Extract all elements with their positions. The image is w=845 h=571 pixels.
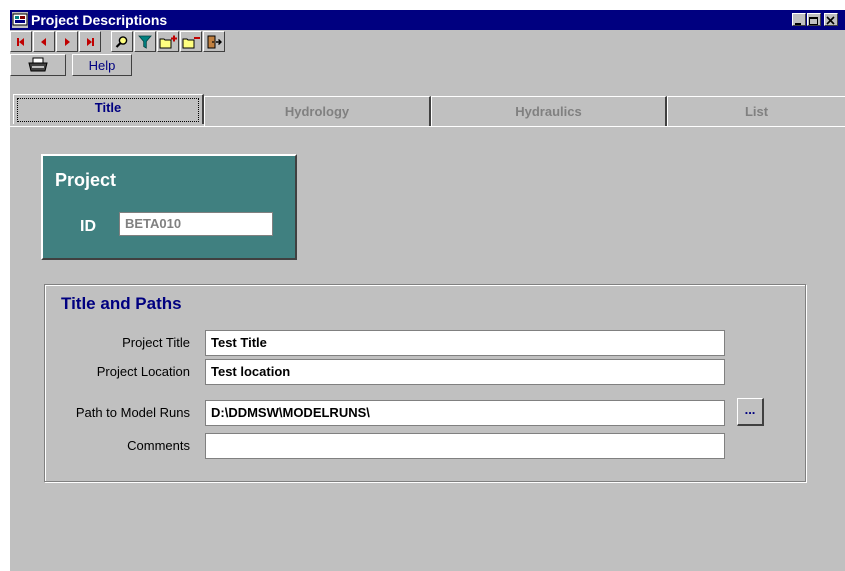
title-bar[interactable]: Project Descriptions [10, 10, 845, 30]
tab-list[interactable]: List [667, 96, 845, 126]
delete-record-icon [182, 36, 200, 48]
printer-icon [28, 57, 48, 72]
print-button[interactable] [10, 54, 66, 76]
close-icon [826, 16, 835, 25]
previous-record-icon [41, 37, 46, 46]
previous-record-button[interactable] [33, 31, 55, 52]
exit-button[interactable] [203, 31, 225, 52]
browse-path-button[interactable]: ... [737, 398, 764, 426]
exit-icon [207, 35, 222, 48]
tab-divider [10, 126, 845, 127]
close-button[interactable] [824, 13, 838, 26]
tab-hydraulics-label: Hydraulics [515, 104, 582, 119]
next-record-icon [65, 37, 70, 46]
last-record-icon [87, 37, 94, 46]
tab-focus-rect [17, 98, 199, 122]
project-location-input[interactable]: Test location [205, 359, 725, 385]
project-panel: Project ID BETA010 [41, 154, 297, 260]
maximize-icon [809, 17, 818, 25]
project-id-field: BETA010 [119, 212, 273, 236]
window-title: Project Descriptions [31, 12, 168, 28]
add-record-icon [159, 35, 177, 48]
first-record-icon [17, 37, 24, 46]
first-record-button[interactable] [10, 31, 32, 52]
search-button[interactable] [111, 31, 133, 52]
project-title-input[interactable]: Test Title [205, 330, 725, 356]
project-descriptions-window: Project Descriptions Help Title Hydrolog… [10, 10, 845, 571]
filter-button[interactable] [134, 31, 156, 52]
next-record-button[interactable] [56, 31, 78, 52]
tab-hydraulics[interactable]: Hydraulics [431, 96, 667, 126]
project-location-label: Project Location [96, 364, 190, 379]
minimize-button[interactable] [792, 13, 806, 26]
project-heading: Project [55, 170, 117, 190]
app-icon [12, 12, 28, 28]
minimize-icon [795, 23, 801, 25]
add-record-button[interactable] [157, 31, 179, 52]
last-record-button[interactable] [79, 31, 101, 52]
title-and-paths-heading: Title and Paths [61, 294, 182, 313]
project-title-label: Project Title [122, 335, 190, 350]
model-runs-path-label: Path to Model Runs [75, 405, 190, 420]
tab-hydrology[interactable]: Hydrology [204, 96, 431, 126]
filter-icon [138, 35, 152, 49]
tab-hydrology-label: Hydrology [284, 104, 350, 119]
tab-list-label: List [744, 104, 769, 119]
help-button-label: Help [88, 57, 116, 73]
search-icon [115, 35, 128, 48]
project-id-label: ID [80, 218, 96, 235]
delete-record-button[interactable] [180, 31, 202, 52]
comments-label: Comments [127, 438, 190, 453]
model-runs-path-input[interactable]: D:\DDMSW\MODELRUNS\ [205, 400, 725, 426]
tab-title[interactable]: Title [13, 94, 204, 124]
comments-input[interactable] [205, 433, 725, 459]
help-button[interactable]: Help [72, 54, 132, 76]
maximize-button[interactable] [807, 13, 821, 26]
